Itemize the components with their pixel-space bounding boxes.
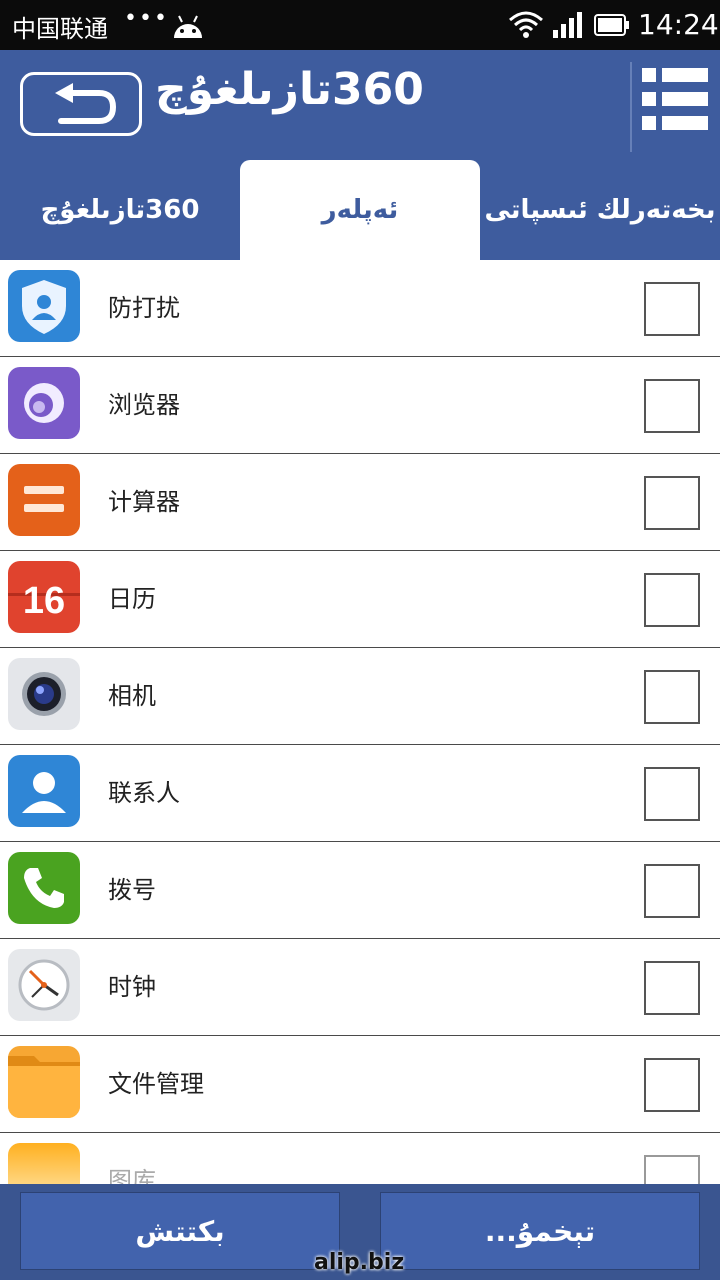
menu-icon[interactable] <box>640 64 710 134</box>
list-item[interactable]: 图库 <box>0 1133 720 1184</box>
page-title: 360تازىلغۇچ <box>155 64 424 115</box>
app-checkbox[interactable] <box>644 573 700 627</box>
header-divider <box>630 62 632 152</box>
list-item[interactable]: 浏览器 <box>0 357 720 454</box>
status-bar: 中国联通 ••• 14:24 <box>0 0 720 50</box>
app-name: 图库 <box>108 1167 156 1184</box>
tab-security-certificate[interactable]: بخەتەرلك ئىسپاتى <box>480 160 720 260</box>
app-name: 浏览器 <box>108 391 180 419</box>
camera-icon <box>8 658 80 730</box>
app-checkbox[interactable] <box>644 282 700 336</box>
back-arrow-icon <box>55 83 117 124</box>
app-checkbox[interactable] <box>644 379 700 433</box>
gallery-icon <box>8 1143 80 1184</box>
back-button[interactable] <box>20 72 142 136</box>
contacts-icon <box>8 755 80 827</box>
wifi-icon <box>509 11 543 38</box>
app-name: 相机 <box>108 682 156 710</box>
app-checkbox[interactable] <box>644 1155 700 1184</box>
app-list: 防打扰 浏览器 计算器 16 日历 相机 联系人 拨号 时钟 文件管理 图库 <box>0 260 720 1184</box>
signal-icon <box>553 12 582 38</box>
tab-apps[interactable]: ئەپلەر <box>240 160 480 260</box>
app-name: 防打扰 <box>108 294 180 322</box>
folder-icon <box>8 1046 80 1118</box>
app-name: 拨号 <box>108 876 156 904</box>
cleanup-button[interactable]: بكتتش <box>20 1192 340 1270</box>
phone-icon <box>8 852 80 924</box>
app-checkbox[interactable] <box>644 767 700 821</box>
android-icon <box>174 15 202 38</box>
app-header: 360تازىلغۇچ 360تازىلغۇچ ئەپلەر بخەتەرلك … <box>0 50 720 260</box>
tab-cleaner[interactable]: 360تازىلغۇچ <box>0 160 240 260</box>
app-name: 计算器 <box>108 488 180 516</box>
app-name: 日历 <box>108 585 156 613</box>
carrier-name: 中国联通 <box>12 15 108 43</box>
clock-time: 14:24 <box>638 8 719 41</box>
list-item[interactable]: 防打扰 <box>0 260 720 357</box>
app-checkbox[interactable] <box>644 864 700 918</box>
list-item[interactable]: 拨号 <box>0 842 720 939</box>
calendar-icon: 16 <box>8 561 80 633</box>
app-checkbox[interactable] <box>644 476 700 530</box>
app-name: 时钟 <box>108 973 156 1001</box>
app-name: 联系人 <box>108 779 180 807</box>
calculator-icon <box>8 464 80 536</box>
tab-bar: 360تازىلغۇچ ئەپلەر بخەتەرلك ئىسپاتى <box>0 160 720 260</box>
list-item[interactable]: 计算器 <box>0 454 720 551</box>
app-name: 文件管理 <box>108 1070 204 1098</box>
battery-icon <box>594 14 629 36</box>
app-checkbox[interactable] <box>644 670 700 724</box>
clock-icon <box>8 949 80 1021</box>
more-notifications-dots: ••• <box>124 6 169 31</box>
app-checkbox[interactable] <box>644 1058 700 1112</box>
list-item[interactable]: 时钟 <box>0 939 720 1036</box>
watermark-text: alip.biz <box>314 1250 405 1275</box>
app-checkbox[interactable] <box>644 961 700 1015</box>
list-item[interactable]: 相机 <box>0 648 720 745</box>
list-item[interactable]: 联系人 <box>0 745 720 842</box>
list-item[interactable]: 文件管理 <box>0 1036 720 1133</box>
calendar-day: 16 <box>23 580 65 622</box>
browser-icon <box>8 367 80 439</box>
shield-user-icon <box>8 270 80 342</box>
more-button[interactable]: تېخمۇ... <box>380 1192 700 1270</box>
list-item[interactable]: 16 日历 <box>0 551 720 648</box>
